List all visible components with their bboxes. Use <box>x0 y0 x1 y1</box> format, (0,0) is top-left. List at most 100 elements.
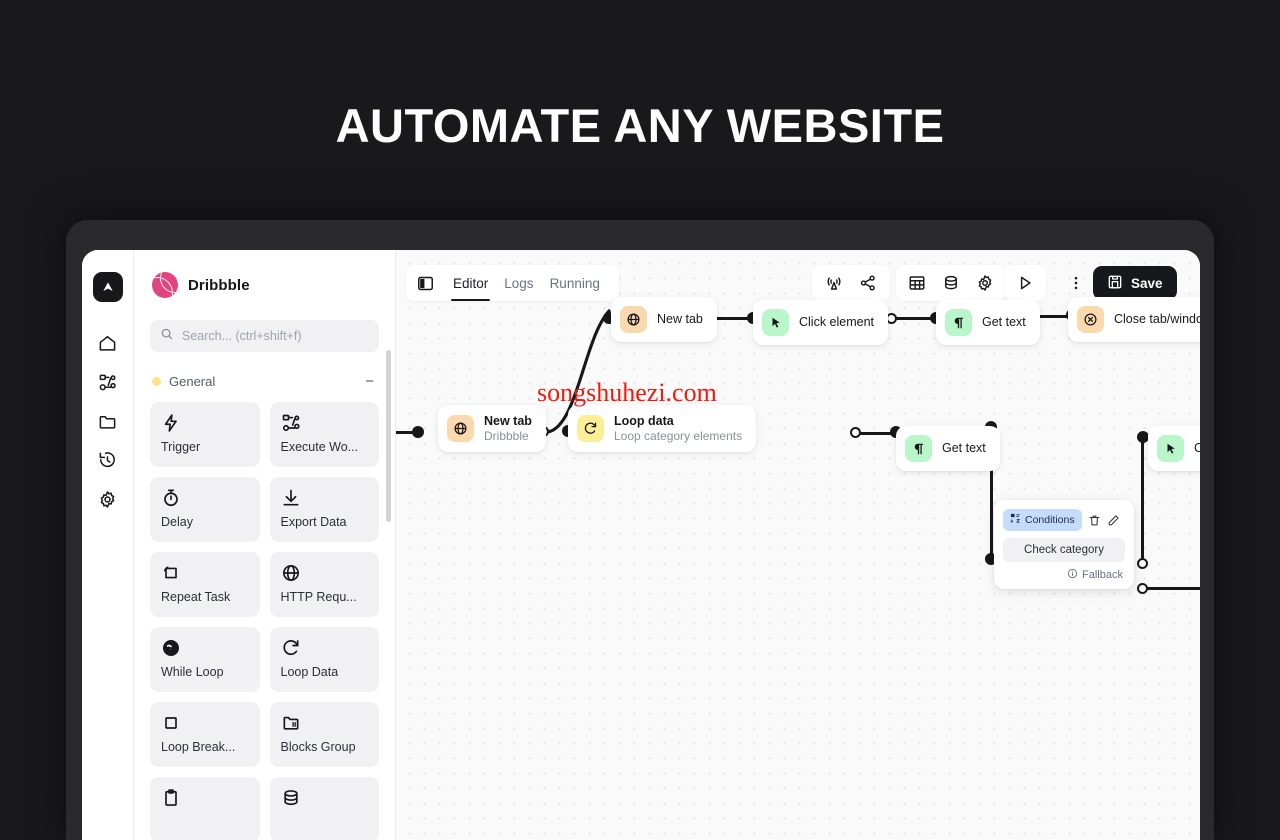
node-text: Close tab/window <box>1114 312 1200 327</box>
more-vertical-icon[interactable] <box>1059 265 1093 301</box>
node-text: New tab <box>657 312 703 327</box>
block-card-clipboard[interactable] <box>150 777 260 840</box>
stopwatch-icon <box>161 488 249 510</box>
node-click-element[interactable]: Click element <box>753 300 889 345</box>
edge-segment <box>1144 587 1200 590</box>
connector-in[interactable] <box>850 427 861 438</box>
block-card-delay[interactable]: Delay <box>150 477 260 542</box>
block-label: Repeat Task <box>161 590 231 604</box>
workflow-name: Dribbble <box>188 276 250 294</box>
block-card-execute-workflow[interactable]: Execute Wo... <box>269 402 379 467</box>
editor-tabs-group: Editor Logs Running <box>406 265 619 301</box>
block-card-export-data[interactable]: Export Data <box>269 477 379 542</box>
clipboard-icon <box>161 788 249 810</box>
node-subtitle: Loop category elements <box>614 428 743 443</box>
block-card-trigger[interactable]: Trigger <box>150 402 260 467</box>
sidebar-scrollbar[interactable] <box>386 350 391 522</box>
block-card-repeat-task[interactable]: Repeat Task <box>150 552 260 617</box>
block-label: Loop Data <box>280 665 339 679</box>
app-logo-icon[interactable] <box>92 272 123 302</box>
sidebar-item-home[interactable] <box>91 326 125 360</box>
app-window: Dribbble General − Trigger Execute Wo... <box>82 250 1200 840</box>
block-label: Loop Break... <box>161 740 236 754</box>
search-box[interactable] <box>150 320 379 352</box>
pilcrow-icon <box>905 435 932 462</box>
condition-item[interactable]: Check category <box>1003 538 1125 562</box>
fallback-label: Fallback <box>1082 569 1123 581</box>
conditions-panel[interactable]: Conditions Check category Fallback <box>994 500 1134 589</box>
info-icon <box>1067 568 1078 582</box>
sidebar-item-workflows[interactable] <box>91 365 125 399</box>
node-subtitle: Dribbble <box>484 428 529 443</box>
collapse-icon[interactable]: − <box>362 374 377 389</box>
block-card-while-loop[interactable]: While Loop <box>150 627 260 692</box>
node-loop-data[interactable]: Loop data Loop category elements <box>568 405 757 452</box>
connector-out[interactable] <box>412 426 424 438</box>
icon-rail <box>82 250 134 840</box>
conditions-chip-label: Conditions <box>1025 514 1075 526</box>
block-card-blocks-group[interactable]: Blocks Group <box>269 702 379 767</box>
search-icon <box>160 327 174 346</box>
database-icon[interactable] <box>934 265 968 301</box>
node-close-tab[interactable]: Close tab/window <box>1068 297 1200 342</box>
share-icon[interactable] <box>851 265 885 301</box>
edge-segment <box>1141 435 1144 563</box>
sidebar-item-history[interactable] <box>91 443 125 477</box>
download-icon <box>281 488 369 510</box>
globe-icon <box>620 306 647 333</box>
node-get-text-bottom[interactable]: Get text <box>896 426 1000 471</box>
panel-toggle-icon[interactable] <box>414 272 436 294</box>
globe-icon <box>281 563 369 585</box>
play-icon[interactable] <box>1008 265 1042 301</box>
node-get-text-top[interactable]: Get text <box>936 300 1040 345</box>
block-group-header[interactable]: General − <box>150 368 379 394</box>
gear-icon[interactable] <box>968 265 1002 301</box>
tab-editor[interactable]: Editor <box>446 267 495 301</box>
blocks-sidebar: Dribbble General − Trigger Execute Wo... <box>134 250 396 840</box>
pencil-icon[interactable] <box>1107 514 1120 527</box>
toolbar-group-actions: Save <box>1056 265 1180 301</box>
block-card-database[interactable] <box>269 777 379 840</box>
lightning-icon <box>161 413 249 435</box>
search-input[interactable] <box>182 329 369 343</box>
toolbar-group-share <box>812 265 890 301</box>
table-icon[interactable] <box>900 265 934 301</box>
node-new-tab-dribbble[interactable]: New tab Dribbble <box>438 405 546 452</box>
node-new-tab[interactable]: New tab <box>611 297 717 342</box>
node-text: Click element <box>1194 441 1200 456</box>
block-card-loop-break[interactable]: Loop Break... <box>150 702 260 767</box>
sidebar-item-folders[interactable] <box>91 404 125 438</box>
group-dot-icon <box>152 376 161 386</box>
fallback-row[interactable]: Fallback <box>1003 568 1125 582</box>
node-title: Close tab/window <box>1114 312 1200 327</box>
block-grid: Trigger Execute Wo... Delay Export Data … <box>150 402 379 840</box>
node-title: Click element <box>1194 441 1200 456</box>
sidebar-item-settings[interactable] <box>91 482 125 516</box>
pilcrow-icon <box>945 309 972 336</box>
node-title: New tab <box>657 312 703 327</box>
trash-icon[interactable] <box>1088 514 1101 527</box>
tab-logs[interactable]: Logs <box>497 267 540 299</box>
folder-blocks-icon <box>281 713 369 735</box>
broadcast-icon[interactable] <box>817 265 851 301</box>
dribbble-icon <box>152 272 178 298</box>
conditions-chip[interactable]: Conditions <box>1003 509 1082 531</box>
cursor-icon <box>762 309 789 336</box>
workflow-canvas[interactable]: Editor Logs Running Save New tab New tab… <box>396 250 1200 840</box>
close-circle-icon <box>1077 306 1104 333</box>
tab-running[interactable]: Running <box>543 267 607 299</box>
block-card-loop-data[interactable]: Loop Data <box>269 627 379 692</box>
block-group-label: General <box>169 373 216 389</box>
globe-loop-icon <box>161 638 249 660</box>
block-card-http-request[interactable]: HTTP Requ... <box>269 552 379 617</box>
refresh-icon <box>577 414 604 442</box>
block-label: HTTP Requ... <box>280 590 357 604</box>
node-title: Get text <box>942 441 986 456</box>
connector-in[interactable] <box>1137 558 1148 569</box>
connector-in[interactable] <box>1137 583 1148 594</box>
globe-icon <box>447 414 474 442</box>
node-click-element-right[interactable]: Click element <box>1148 426 1200 471</box>
toolbar-group-data <box>896 265 1006 301</box>
block-label: Execute Wo... <box>280 440 359 454</box>
save-button[interactable]: Save <box>1093 266 1177 300</box>
